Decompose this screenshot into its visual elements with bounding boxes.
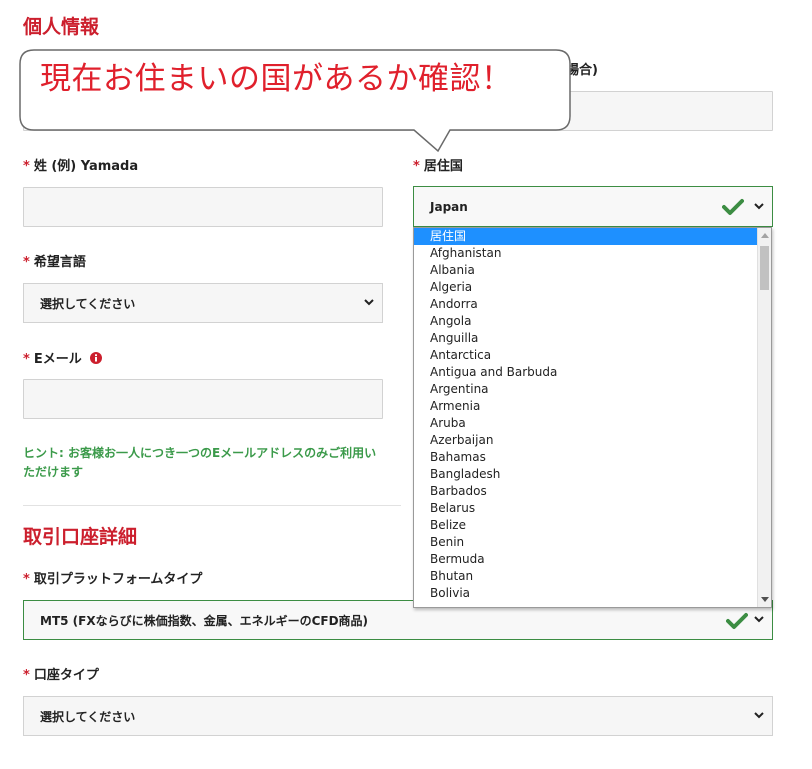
- country-option[interactable]: Argentina: [414, 381, 758, 398]
- email-input[interactable]: [23, 379, 383, 419]
- country-options: 居住国 Afghanistan Albania Algeria Andorra Angol…: [414, 228, 758, 602]
- info-icon[interactable]: [90, 352, 103, 364]
- email-label-text: Eメール: [33, 352, 82, 367]
- valid-check-icon: [722, 199, 744, 215]
- chevron-down-icon: [754, 202, 764, 209]
- country-option[interactable]: Bahamas: [414, 449, 758, 466]
- required-mark: *: [23, 352, 30, 367]
- account-type-selected-value: 選択してください: [40, 709, 136, 724]
- country-option[interactable]: Afghanistan: [414, 245, 758, 262]
- country-option[interactable]: Bhutan: [414, 568, 758, 585]
- country-option[interactable]: Antigua and Barbuda: [414, 364, 758, 381]
- account-type-select[interactable]: 選択してください: [23, 696, 773, 736]
- chevron-down-icon: [754, 616, 764, 623]
- required-mark: *: [23, 572, 30, 587]
- required-mark: *: [413, 159, 420, 174]
- country-option[interactable]: 居住国: [414, 228, 758, 245]
- residence-country-select[interactable]: Japan: [413, 186, 773, 227]
- account-type-label: * 口座タイプ: [23, 669, 99, 682]
- personal-info-title: 個人情報: [23, 16, 100, 38]
- required-mark: *: [23, 159, 30, 174]
- scroll-up-arrow-icon[interactable]: [761, 233, 769, 238]
- residence-label: * 居住国: [413, 160, 463, 173]
- required-mark: *: [23, 668, 30, 683]
- surname-label: * 姓 (例) Yamada: [23, 160, 138, 173]
- section-divider: [23, 505, 401, 506]
- country-option[interactable]: Armenia: [414, 398, 758, 415]
- chevron-down-icon: [364, 299, 374, 306]
- country-option[interactable]: Bermuda: [414, 551, 758, 568]
- country-option[interactable]: Bolivia: [414, 585, 758, 602]
- country-option[interactable]: Angola: [414, 313, 758, 330]
- account-type-label-text: 口座タイプ: [33, 668, 99, 683]
- language-label: * 希望言語: [23, 256, 86, 269]
- surname-input[interactable]: [23, 187, 383, 227]
- language-selected-value: 選択してください: [40, 296, 136, 311]
- chevron-down-icon: [754, 712, 764, 719]
- valid-check-icon: [726, 613, 748, 629]
- platform-label: * 取引プラットフォームタイプ: [23, 573, 202, 586]
- country-option[interactable]: Anguilla: [414, 330, 758, 347]
- scroll-down-arrow-icon[interactable]: [761, 597, 769, 602]
- country-option[interactable]: Albania: [414, 262, 758, 279]
- country-option[interactable]: Bangladesh: [414, 466, 758, 483]
- callout-text: 現在お住まいの国があるか確認！: [40, 61, 513, 97]
- language-select[interactable]: 選択してください: [23, 283, 383, 323]
- required-mark: *: [23, 255, 30, 270]
- country-option[interactable]: Antarctica: [414, 347, 758, 364]
- country-option[interactable]: Aruba: [414, 415, 758, 432]
- email-hint: ヒント: お客様お一人につき一つのEメールアドレスのみご利用いただけます: [23, 446, 377, 479]
- country-option[interactable]: Benin: [414, 534, 758, 551]
- country-option[interactable]: Barbados: [414, 483, 758, 500]
- country-option[interactable]: Algeria: [414, 279, 758, 296]
- surname-label-text: 姓 (例) Yamada: [33, 159, 139, 174]
- residence-selected-value: Japan: [430, 199, 468, 214]
- language-label-text: 希望言語: [33, 255, 86, 270]
- country-option[interactable]: Belarus: [414, 500, 758, 517]
- country-option[interactable]: Belize: [414, 517, 758, 534]
- country-option[interactable]: Azerbaijan: [414, 432, 758, 449]
- residence-label-text: 居住国: [423, 159, 463, 174]
- email-label: * Eメール: [23, 352, 103, 367]
- country-dropdown-list[interactable]: 居住国 Afghanistan Albania Algeria Andorra Angol…: [413, 227, 772, 608]
- dropdown-scrollbar[interactable]: [757, 228, 771, 607]
- platform-label-text: 取引プラットフォームタイプ: [33, 572, 203, 587]
- platform-selected-value: MT5 (FXならびに株価指数、金属、エネルギーのCFD商品): [40, 613, 369, 628]
- country-option[interactable]: Andorra: [414, 296, 758, 313]
- account-details-title: 取引口座詳細: [23, 526, 138, 548]
- scroll-thumb[interactable]: [760, 246, 769, 290]
